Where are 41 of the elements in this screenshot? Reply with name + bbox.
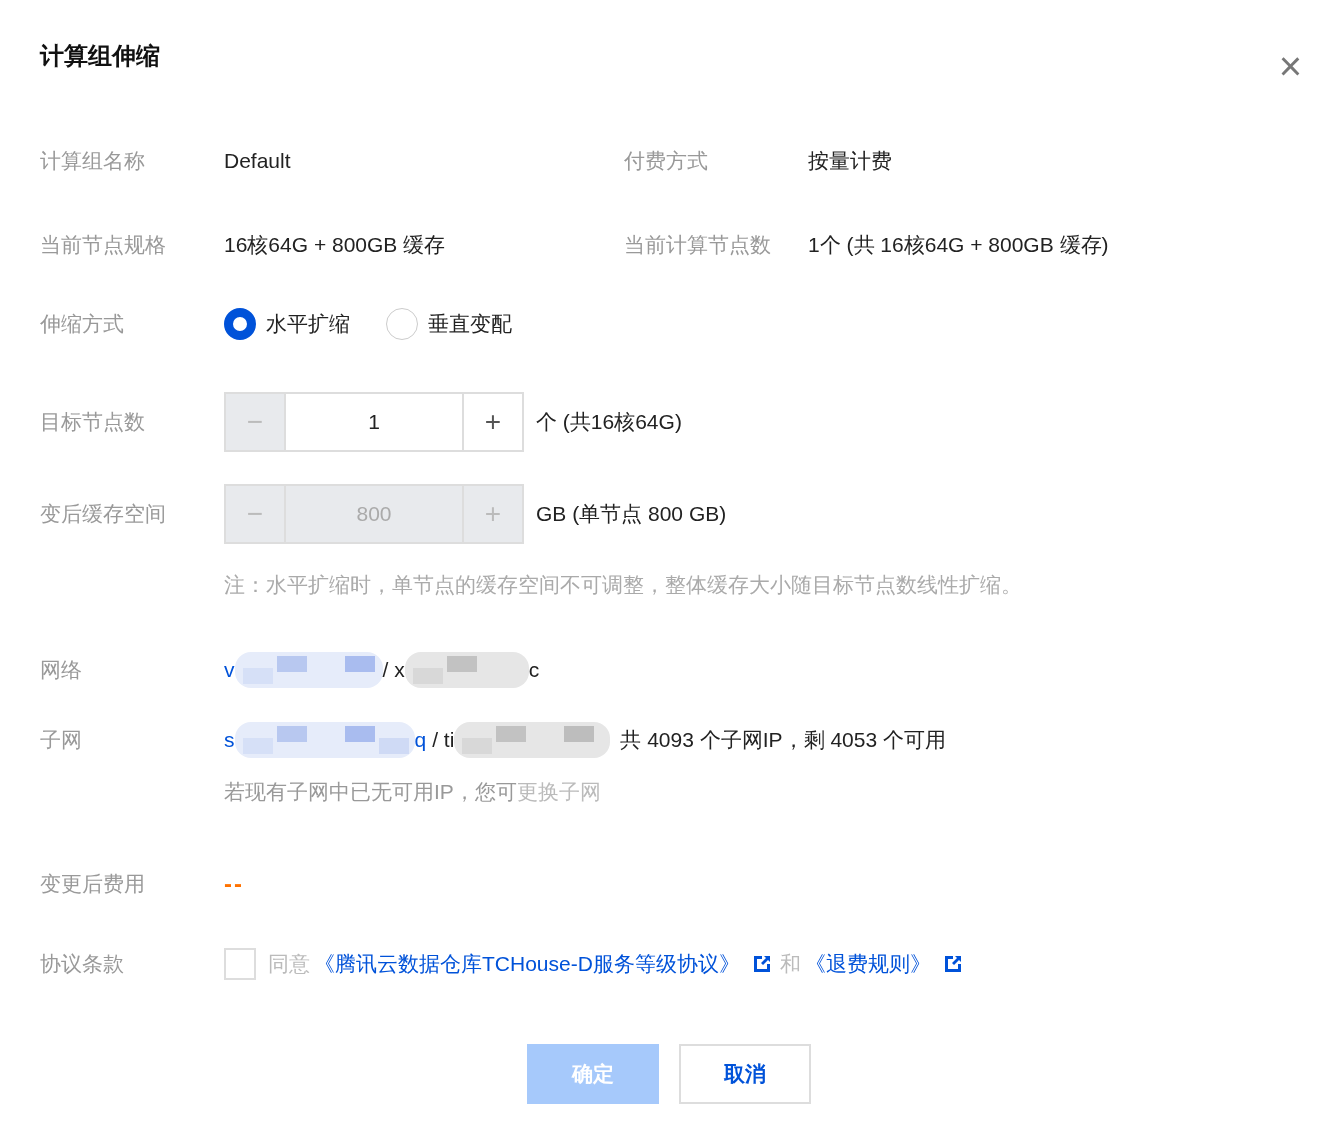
field-label: 变后缓存空间 xyxy=(40,501,167,527)
field-label: 付费方式 xyxy=(624,148,709,174)
radio-label[interactable]: 水平扩缩 xyxy=(266,310,350,338)
field-label: 当前节点规格 xyxy=(40,232,167,258)
field-value: 16核64G + 800GB 缓存 xyxy=(224,232,447,258)
field-label: 网络 xyxy=(40,657,83,683)
radio-button[interactable] xyxy=(224,308,256,340)
subnet-value: s xyxy=(224,728,235,752)
field-label: 伸缩方式 xyxy=(40,311,125,337)
field-label: 计算组名称 xyxy=(40,148,146,174)
subnet-value: / ti xyxy=(432,728,455,752)
cost-value: -- xyxy=(224,870,244,898)
field-value: 按量计费 xyxy=(808,148,892,174)
field-value: Default xyxy=(224,149,292,173)
field-label: 子网 xyxy=(40,727,83,753)
field-label: 变更后费用 xyxy=(40,871,146,897)
network-value: c xyxy=(528,658,540,682)
subnet-summary: 共 4093 个子网IP，剩 4053 个可用 xyxy=(620,727,946,753)
field-label: 当前计算节点数 xyxy=(624,232,772,258)
dialog-title: 计算组伸缩 xyxy=(40,41,160,71)
external-link-icon[interactable] xyxy=(942,954,963,974)
refund-rules-link[interactable]: 《退费规则》 xyxy=(804,950,931,978)
cancel-button[interactable]: 取消 xyxy=(679,1044,811,1104)
field-label: 协议条款 xyxy=(40,951,125,977)
field-value: 1个 (共 16核64G + 800GB 缓存) xyxy=(808,232,1109,258)
agree-text: 同意 xyxy=(268,951,310,977)
subnet-value: q xyxy=(414,728,427,752)
checkbox[interactable] xyxy=(224,948,256,980)
network-value: v xyxy=(224,658,235,682)
hint-text: 若现有子网中已无可用IP，您可更换子网 xyxy=(224,779,601,805)
close-button[interactable]: × xyxy=(1278,46,1302,86)
unit-text: GB (单节点 800 GB) xyxy=(536,501,727,527)
radio-label[interactable]: 垂直变配 xyxy=(428,310,512,338)
unit-text: 个 (共16核64G) xyxy=(536,409,682,435)
field-label: 目标节点数 xyxy=(40,409,146,435)
number-stepper[interactable]: − 1 + xyxy=(224,392,524,452)
and-text: 和 xyxy=(779,951,801,977)
agreement-link[interactable]: 《腾讯云数据仓库TCHouse-D服务等级协议》 xyxy=(314,950,740,978)
note-text: 注：水平扩缩时，单节点的缓存空间不可调整，整体缓存大小随目标节点数线性扩缩。 xyxy=(224,572,1022,598)
external-link-icon[interactable] xyxy=(751,954,772,974)
network-value: / x xyxy=(382,658,405,682)
